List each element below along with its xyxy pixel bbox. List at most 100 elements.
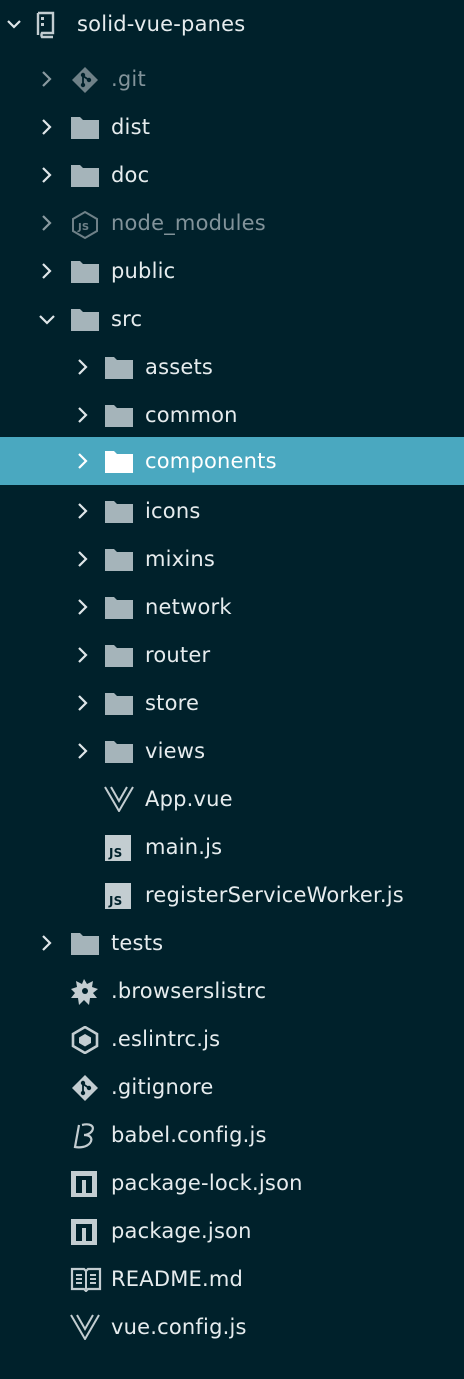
eslint-icon [70,1026,100,1054]
folder-icon [104,594,134,620]
tree-item-label: .browserslistrc [111,979,267,1003]
tree-item-network-folder[interactable]: network [0,583,464,631]
chevron-right-icon[interactable] [76,645,90,665]
chevron-right-icon[interactable] [40,165,54,185]
chevron-right-icon[interactable] [40,261,54,281]
tree-item-label: package.json [111,1219,252,1243]
file-explorer-tree: solid-vue-panes .git dist doc JS node_mo… [0,0,464,1379]
babel-icon [70,1122,100,1149]
tree-item-router-folder[interactable]: router [0,631,464,679]
tree-item-app-vue-file[interactable]: App.vue [0,775,464,823]
nodejs-icon: JS [70,210,100,240]
svg-text:JS: JS [77,222,89,233]
tree-item-label: babel.config.js [111,1123,267,1147]
tree-item-label: solid-vue-panes [77,12,246,36]
vue-icon [70,1314,100,1340]
chevron-down-icon[interactable] [6,14,21,34]
tree-item-label: dist [111,115,151,139]
chevron-right-icon[interactable] [40,69,54,89]
chevron-down-icon[interactable] [38,309,55,329]
tree-root-solid-vue-panes[interactable]: solid-vue-panes [0,0,464,48]
tree-item-package-json-file[interactable]: package.json [0,1207,464,1255]
git-icon [70,1074,100,1101]
vue-icon [104,786,134,812]
tree-item-label: src [111,307,143,331]
folder-icon [104,402,134,428]
tree-item-node-modules-folder[interactable]: JS node_modules [0,199,464,247]
chevron-right-icon[interactable] [40,213,54,233]
tree-item-readme-file[interactable]: README.md [0,1255,464,1303]
tree-item-dist-folder[interactable]: dist [0,103,464,151]
tree-item-register-service-worker-file[interactable]: JS registerServiceWorker.js [0,871,464,919]
tree-item-icons-folder[interactable]: icons [0,487,464,535]
tree-item-label: registerServiceWorker.js [145,883,404,907]
npm-icon [70,1218,100,1245]
tree-item-label: components [145,449,277,473]
folder-icon [70,258,100,284]
chevron-right-icon[interactable] [76,357,90,377]
folder-icon [104,546,134,572]
tree-item-label: network [145,595,232,619]
chevron-right-icon[interactable] [76,741,90,761]
tree-item-gitignore-file[interactable]: .gitignore [0,1063,464,1111]
tree-item-label: public [111,259,176,283]
tree-item-label: mixins [145,547,216,571]
tree-item-label: main.js [145,835,223,859]
tree-item-label: vue.config.js [111,1315,247,1339]
tree-item-tests-folder[interactable]: tests [0,919,464,967]
tree-item-label: store [145,691,200,715]
chevron-right-icon[interactable] [76,549,90,569]
git-icon [70,66,100,93]
folder-icon [104,690,134,716]
folder-open-icon [70,306,100,332]
folder-icon [104,642,134,668]
browserslist-icon [70,978,100,1005]
chevron-right-icon[interactable] [76,597,90,617]
tree-item-src-folder[interactable]: src [0,295,464,343]
folder-icon [70,930,100,956]
tree-item-doc-folder[interactable]: doc [0,151,464,199]
chevron-right-icon[interactable] [76,451,90,471]
tree-item-label: .git [111,67,146,91]
tree-item-views-folder[interactable]: views [0,727,464,775]
tree-item-store-folder[interactable]: store [0,679,464,727]
chevron-right-icon[interactable] [40,933,54,953]
tree-item-common-folder[interactable]: common [0,391,464,439]
folder-icon [70,162,100,188]
svg-text:JS: JS [108,894,123,908]
tree-item-vue-config-file[interactable]: vue.config.js [0,1303,464,1351]
tree-item-label: tests [111,931,164,955]
tree-item-git-folder[interactable]: .git [0,55,464,103]
tree-item-package-lock-file[interactable]: package-lock.json [0,1159,464,1207]
folder-icon [104,498,134,524]
tree-item-label: README.md [111,1267,244,1291]
tree-item-babel-config-file[interactable]: babel.config.js [0,1111,464,1159]
tree-item-label: doc [111,163,150,187]
tree-item-components-folder[interactable]: components [0,437,464,485]
tree-item-label: .gitignore [111,1075,214,1099]
folder-icon [104,448,134,474]
readme-icon [70,1266,102,1292]
repo-icon [34,11,64,39]
chevron-right-icon[interactable] [40,117,54,137]
tree-item-label: icons [145,499,201,523]
tree-item-main-js-file[interactable]: JS main.js [0,823,464,871]
tree-item-browserslistrc-file[interactable]: .browserslistrc [0,967,464,1015]
chevron-right-icon[interactable] [76,693,90,713]
tree-item-label: common [145,403,238,427]
tree-item-label: views [145,739,206,763]
npm-icon [70,1170,100,1197]
svg-text:JS: JS [108,846,123,860]
chevron-right-icon[interactable] [76,405,90,425]
tree-item-eslintrc-file[interactable]: .eslintrc.js [0,1015,464,1063]
tree-item-public-folder[interactable]: public [0,247,464,295]
tree-item-mixins-folder[interactable]: mixins [0,535,464,583]
js-icon: JS [104,882,134,909]
js-icon: JS [104,834,134,861]
folder-icon [104,738,134,764]
folder-icon [70,114,100,140]
folder-icon [104,354,134,380]
chevron-right-icon[interactable] [76,501,90,521]
tree-item-assets-folder[interactable]: assets [0,343,464,391]
tree-item-label: .eslintrc.js [111,1027,221,1051]
